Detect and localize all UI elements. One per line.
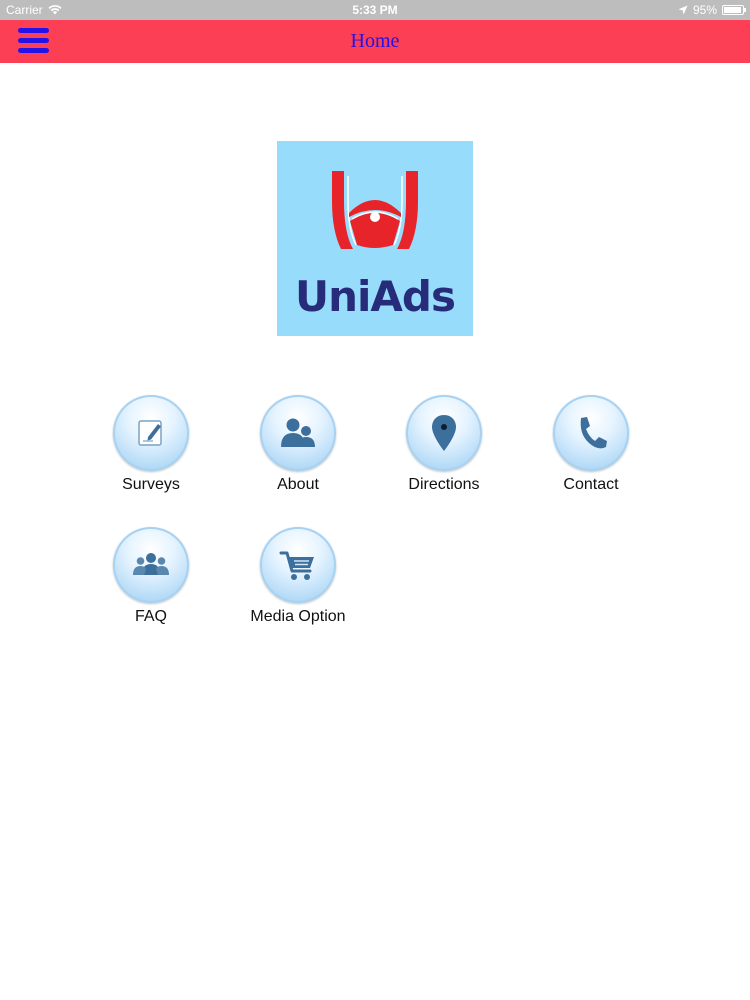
directions-tile[interactable]: Directions bbox=[379, 395, 509, 505]
about-tile[interactable]: About bbox=[233, 395, 363, 505]
page-title: Home bbox=[350, 30, 400, 52]
media-option-tile[interactable]: Media Option bbox=[233, 527, 363, 637]
contact-label: Contact bbox=[563, 476, 619, 493]
battery-fill bbox=[724, 7, 741, 13]
faq-tile[interactable]: FAQ bbox=[86, 527, 216, 637]
media-option-button[interactable] bbox=[260, 527, 336, 603]
shopping-cart-icon bbox=[279, 551, 314, 580]
faq-label: FAQ bbox=[134, 608, 167, 625]
contact-tile[interactable]: Contact bbox=[526, 395, 656, 505]
location-arrow-icon bbox=[678, 5, 688, 15]
surveys-tile[interactable]: Surveys bbox=[86, 395, 216, 505]
surveys-label: Surveys bbox=[122, 476, 180, 493]
uniads-logo: UniAds bbox=[277, 141, 473, 336]
media-option-label: Media Option bbox=[250, 608, 346, 625]
users-icon bbox=[281, 418, 315, 447]
map-pin-icon bbox=[432, 415, 456, 451]
battery-percent: 95% bbox=[692, 3, 717, 17]
group-icon bbox=[133, 553, 169, 575]
contact-button[interactable] bbox=[553, 395, 629, 471]
status-time: 5:33 PM bbox=[352, 3, 398, 17]
directions-button[interactable] bbox=[406, 395, 482, 471]
faq-button[interactable] bbox=[113, 527, 189, 603]
about-label: About bbox=[277, 476, 319, 493]
logo-wordmark: UniAds bbox=[295, 272, 456, 321]
about-button[interactable] bbox=[260, 395, 336, 471]
nav-bar: Home bbox=[0, 20, 750, 63]
status-right: 95% bbox=[678, 3, 746, 17]
edit-document-icon bbox=[138, 420, 162, 446]
status-bar: Carrier 5:33 PM 95% bbox=[0, 0, 750, 20]
directions-label: Directions bbox=[408, 476, 480, 493]
phone-icon bbox=[580, 417, 607, 449]
battery-icon bbox=[722, 5, 746, 15]
surveys-button[interactable] bbox=[113, 395, 189, 471]
